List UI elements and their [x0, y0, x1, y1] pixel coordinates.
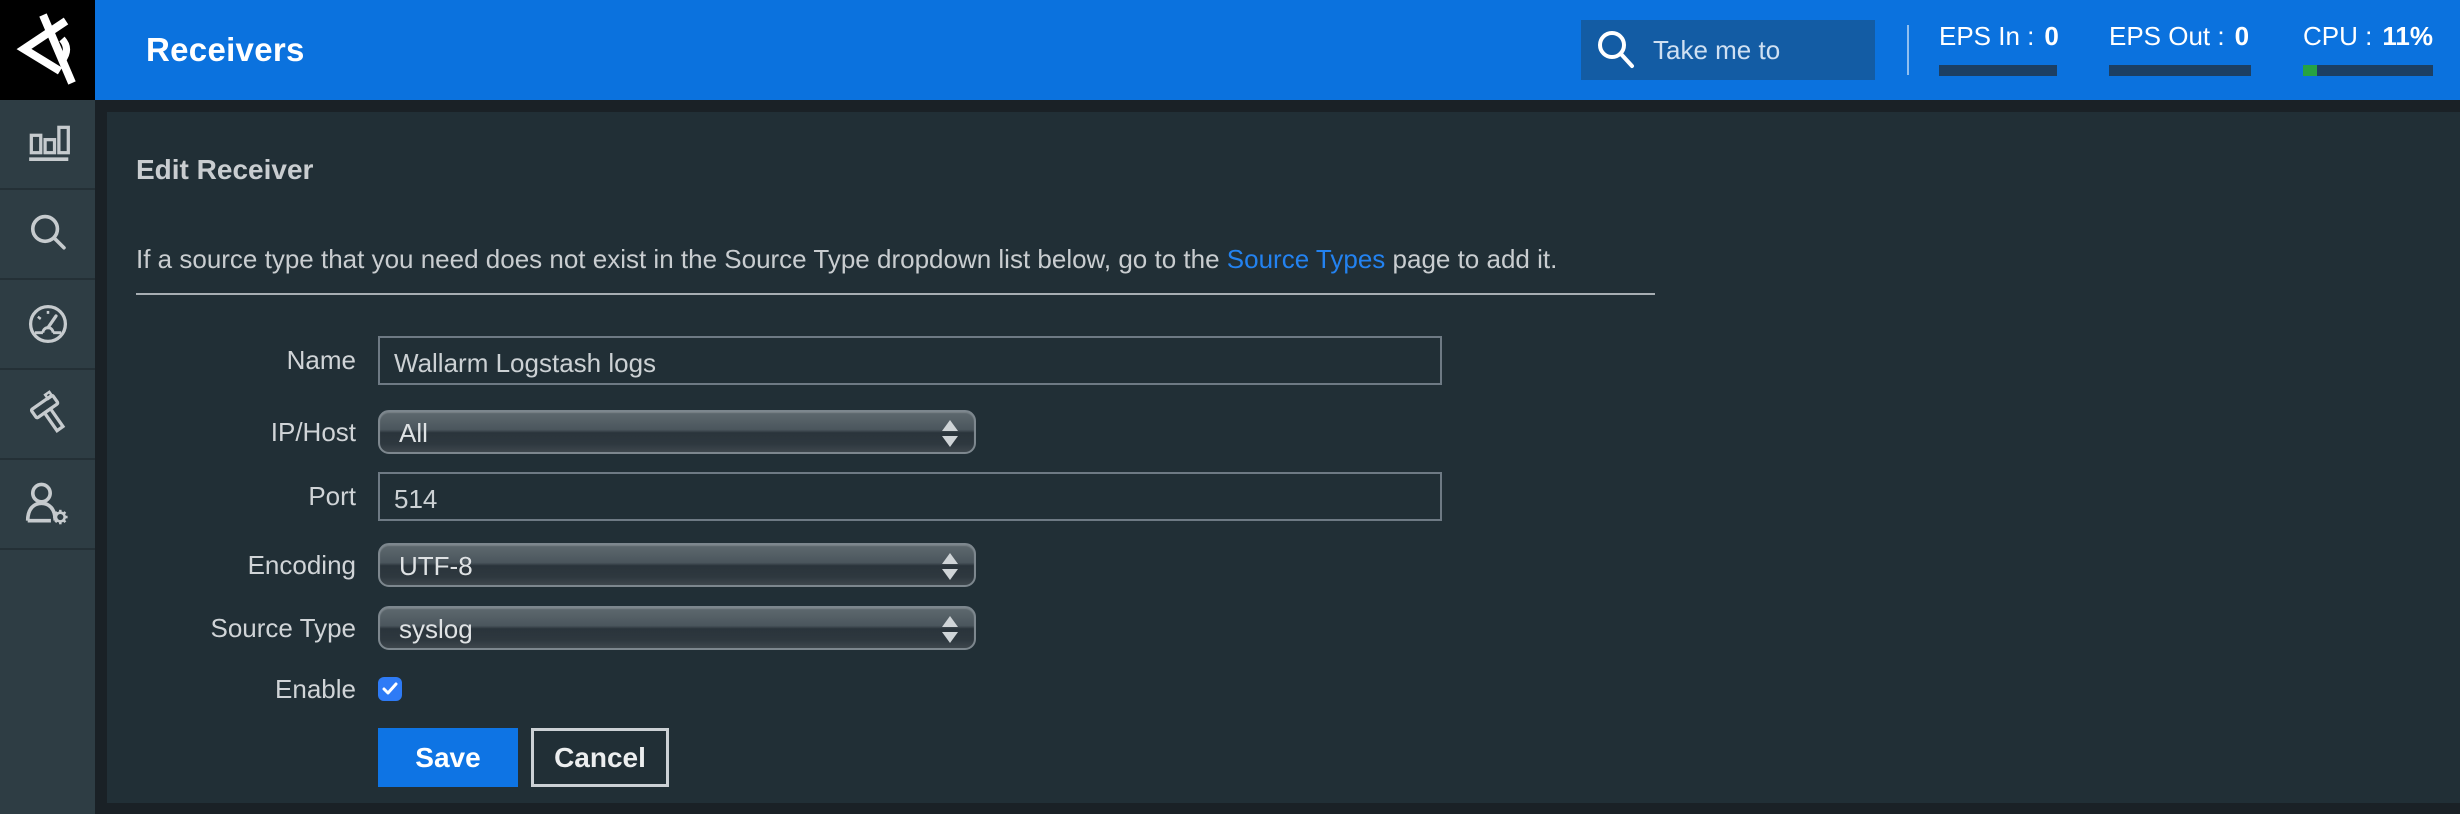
edit-receiver-panel: Edit Receiver If a source type that you …: [107, 112, 2460, 803]
search-icon: [1595, 29, 1637, 71]
sidebar-item-configuration[interactable]: [0, 370, 95, 460]
section-heading: Edit Receiver: [136, 154, 313, 186]
enable-checkbox[interactable]: [378, 677, 402, 701]
eps-in-label: EPS In :: [1939, 21, 2034, 51]
eps-out-label: EPS Out :: [2109, 21, 2225, 51]
search-nav-icon: [19, 205, 77, 263]
sidebar-item-search[interactable]: [0, 190, 95, 280]
dropdown-arrows-icon: [942, 553, 958, 580]
eps-out-stat: EPS Out : 0: [2109, 25, 2251, 76]
arcsight-logo-icon: [16, 11, 80, 89]
eps-out-bar: [2109, 65, 2251, 76]
port-input[interactable]: [378, 472, 1442, 521]
topbar-right-cluster: EPS In : 0 EPS Out : 0 CPU :: [1581, 0, 2433, 100]
encoding-select[interactable]: UTF-8: [378, 543, 976, 587]
enable-label: Enable: [107, 674, 356, 704]
ip-host-select[interactable]: All: [378, 410, 976, 454]
search-input[interactable]: [1653, 35, 1863, 66]
encoding-label: Encoding: [107, 543, 356, 587]
top-bar: Receivers EPS In : 0 EPS Out: [0, 0, 2460, 100]
page-title: Receivers: [146, 0, 305, 100]
cpu-label: CPU :: [2303, 21, 2372, 51]
port-label: Port: [107, 472, 356, 521]
take-me-to-search[interactable]: [1581, 20, 1875, 80]
topbar-divider: [1907, 25, 1909, 75]
source-type-note: If a source type that you need does not …: [136, 244, 1557, 275]
divider-rule: [136, 293, 1655, 295]
checkmark-icon: [382, 682, 398, 696]
ip-host-label: IP/Host: [107, 410, 356, 454]
cpu-stat: CPU : 11%: [2303, 25, 2433, 76]
cpu-bar: [2303, 65, 2433, 76]
name-input[interactable]: [378, 336, 1442, 385]
eps-in-bar: [1939, 65, 2057, 76]
eps-in-stat: EPS In : 0: [1939, 25, 2057, 76]
source-types-link[interactable]: Source Types: [1227, 244, 1386, 274]
name-label: Name: [107, 336, 356, 385]
sidebar-item-dashboards[interactable]: [0, 280, 95, 370]
user-gear-icon: [19, 475, 77, 533]
cancel-button[interactable]: Cancel: [531, 728, 669, 787]
gavel-icon: [19, 385, 77, 443]
cpu-value: 11%: [2382, 21, 2433, 51]
source-type-label: Source Type: [107, 606, 356, 650]
app-logo[interactable]: [0, 0, 95, 100]
sidebar-item-system-admin[interactable]: [0, 460, 95, 550]
encoding-selected-value: UTF-8: [399, 551, 942, 582]
source-type-select[interactable]: syslog: [378, 606, 976, 650]
receivers-page: { "topbar": { "title": "Receivers", "sea…: [0, 0, 2460, 814]
sidebar: [0, 100, 95, 814]
dropdown-arrows-icon: [942, 420, 958, 447]
bar-chart-icon: [19, 115, 77, 173]
stats-cluster: EPS In : 0 EPS Out : 0 CPU :: [1939, 25, 2433, 76]
dropdown-arrows-icon: [942, 616, 958, 643]
note-text-after: page to add it.: [1385, 244, 1557, 274]
gauge-icon: [19, 295, 77, 353]
ip-host-selected-value: All: [399, 418, 942, 449]
note-text-before: If a source type that you need does not …: [136, 244, 1227, 274]
eps-out-value: 0: [2235, 21, 2249, 51]
eps-in-value: 0: [2044, 21, 2058, 51]
save-button[interactable]: Save: [378, 728, 518, 787]
source-type-selected-value: syslog: [399, 614, 942, 645]
sidebar-item-reports[interactable]: [0, 100, 95, 190]
